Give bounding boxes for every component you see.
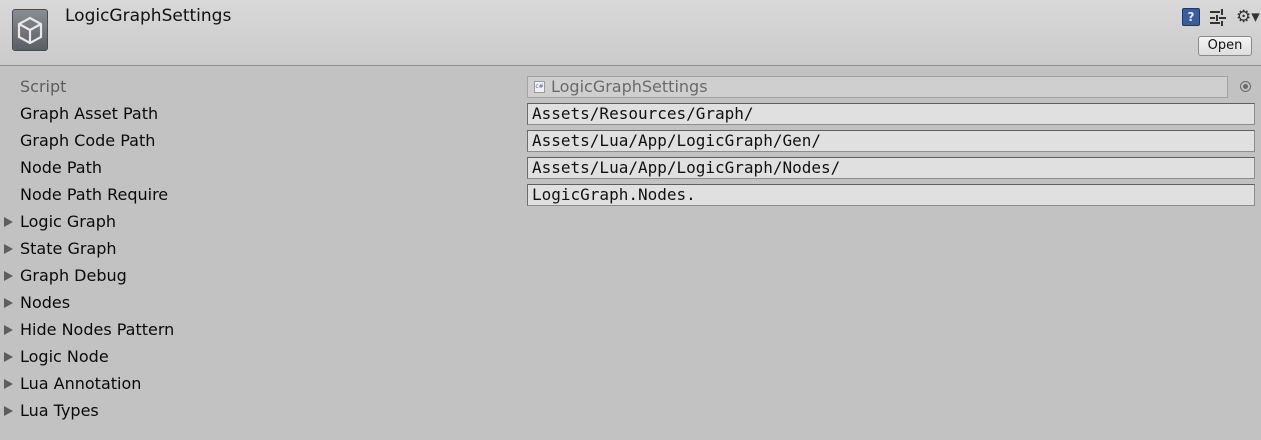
foldout-arrow-icon (4, 217, 13, 227)
preset-icon[interactable] (1209, 8, 1227, 26)
foldout-arrow-icon (4, 406, 13, 416)
foldout-label: Logic Graph (20, 212, 116, 231)
help-icon[interactable]: ? (1182, 8, 1200, 26)
foldout-label: Nodes (20, 293, 71, 312)
foldout-label: Hide Nodes Pattern (20, 320, 175, 339)
foldout-arrow-icon (4, 379, 13, 389)
object-picker-icon[interactable] (1240, 81, 1251, 92)
foldout-label: Lua Annotation (20, 374, 142, 393)
foldout-arrow-icon (4, 352, 13, 362)
node-path-input[interactable]: Assets/Lua/App/LogicGraph/Nodes/ (527, 157, 1255, 179)
foldout-label: Lua Types (20, 401, 99, 420)
foldout-arrow-icon (4, 271, 13, 281)
node-path-require-input[interactable]: LogicGraph.Nodes. (527, 184, 1255, 206)
graph-asset-path-input[interactable]: Assets/Resources/Graph/ (527, 103, 1255, 125)
csharp-script-icon: c# (534, 81, 545, 93)
script-value: LogicGraphSettings (551, 77, 708, 96)
open-button[interactable]: Open (1198, 36, 1252, 56)
inspector-title: LogicGraphSettings (65, 6, 232, 26)
node-path-require-label: Node Path Require (20, 185, 169, 204)
unity-logo-icon (12, 9, 48, 51)
node-path-label: Node Path (20, 158, 102, 177)
graph-asset-path-label: Graph Asset Path (20, 104, 159, 123)
foldout-label: Graph Debug (20, 266, 127, 285)
foldout-label: State Graph (20, 239, 117, 258)
foldout-arrow-icon (4, 325, 13, 335)
script-object-field[interactable]: c# LogicGraphSettings (527, 76, 1228, 98)
graph-code-path-label: Graph Code Path (20, 131, 156, 150)
inspector-header: LogicGraphSettings ? ⚙▾ Open (0, 0, 1261, 66)
graph-code-path-input[interactable]: Assets/Lua/App/LogicGraph/Gen/ (527, 130, 1255, 152)
gear-icon[interactable]: ⚙▾ (1236, 8, 1260, 26)
foldout-arrow-icon (4, 244, 13, 254)
foldout-label: Logic Node (20, 347, 109, 366)
foldout-arrow-icon (4, 298, 13, 308)
script-label: Script (20, 77, 67, 96)
